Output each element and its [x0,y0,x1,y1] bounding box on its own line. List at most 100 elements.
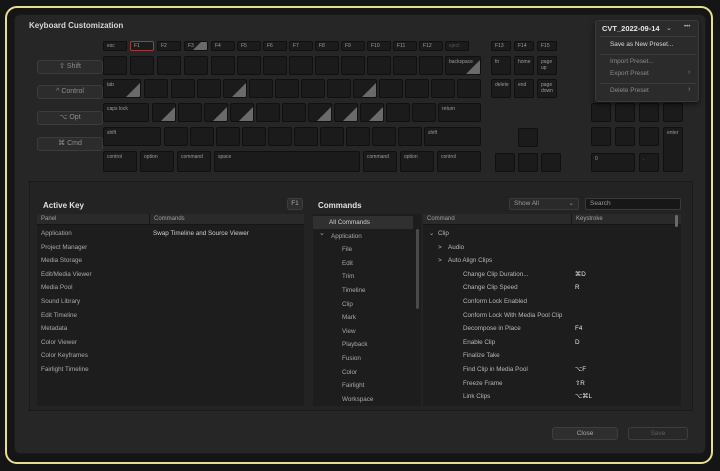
key-bracket-left[interactable] [405,79,429,98]
active-key-row-panel[interactable]: Edit/Media Viewer [41,268,147,281]
menu-save-as-new-preset[interactable]: Save as New Preset... [610,41,673,48]
key-7[interactable] [289,56,313,75]
key-command-left[interactable]: command [177,151,211,172]
active-key-row-panel[interactable]: Sound Library [41,295,147,308]
command-row-label[interactable]: Auto Align Clips [448,254,588,267]
active-key-row-panel[interactable]: Fairlight Timeline [41,363,147,376]
active-key-row-panel[interactable]: Media Pool [41,281,147,294]
command-row-keystroke[interactable] [575,295,675,308]
key-end[interactable]: end [514,79,534,98]
command-row-keystroke[interactable] [575,349,675,362]
key-x[interactable] [190,127,214,146]
command-row-label[interactable]: Clip [438,227,578,240]
key-v[interactable] [242,127,266,146]
key-backslash[interactable] [457,79,481,98]
key-5[interactable] [237,56,261,75]
key-4[interactable] [211,56,235,75]
chevron-down-icon[interactable]: ⌄ [429,227,434,240]
command-modifier-button[interactable]: ⌘ Cmd [37,137,103,151]
key-bracket-right[interactable] [431,79,455,98]
command-row-keystroke[interactable]: D [575,336,675,349]
tree-scrollbar[interactable] [416,229,419,309]
tree-item[interactable]: Color [317,366,417,379]
key-n[interactable] [294,127,318,146]
key-delete[interactable]: delete [491,79,511,98]
tree-item[interactable]: Fusion [317,352,417,365]
key-f3[interactable]: F3 [184,41,208,51]
active-key-row-command[interactable] [153,268,301,281]
key-numpad-4[interactable] [591,127,611,146]
command-row-keystroke[interactable] [575,254,675,267]
tree-item[interactable]: Mark [317,311,417,324]
command-row-keystroke[interactable] [575,227,675,240]
key-tab[interactable]: tab [103,79,141,98]
active-key-row-panel[interactable]: Project Manager [41,241,147,254]
key-3[interactable] [184,56,208,75]
active-key-row-command[interactable] [153,349,301,362]
key-z[interactable] [164,127,188,146]
key-k[interactable] [334,103,358,122]
key-page-down[interactable]: page down [537,79,557,98]
key-f4[interactable]: F4 [211,41,235,51]
key-quote[interactable] [412,103,436,122]
key-a[interactable] [152,103,176,122]
key-6[interactable] [263,56,287,75]
key-enter[interactable]: enter [663,127,683,172]
key-l[interactable] [360,103,384,122]
active-key-row-command[interactable]: Swap Timeline and Source Viewer [153,227,301,240]
key-numpad-3[interactable] [639,103,659,122]
key-o[interactable] [353,79,377,98]
key-shift-right[interactable]: shift [424,127,481,146]
tree-item[interactable]: Timeline [317,284,417,297]
key-arrow-left[interactable] [495,153,515,172]
key-numpad-5[interactable] [615,127,635,146]
key-slash[interactable] [398,127,422,146]
key-comma[interactable] [346,127,370,146]
active-key-row-command[interactable] [153,363,301,376]
key-fn[interactable]: fn [491,56,511,75]
key-caps-lock[interactable]: caps lock [103,103,149,122]
tree-item[interactable]: Workspace [317,393,417,406]
key-9[interactable] [341,56,365,75]
key-p[interactable] [379,79,403,98]
active-key-row-command[interactable] [153,322,301,335]
key-eject[interactable]: eject [445,41,469,51]
key-2[interactable] [157,56,181,75]
tree-item[interactable]: All Commands [313,216,413,229]
save-button[interactable]: Save [628,427,688,440]
key-return[interactable]: return [438,103,481,122]
key-y[interactable] [275,79,299,98]
key-8[interactable] [315,56,339,75]
option-modifier-button[interactable]: ⌥ Opt [37,111,103,125]
key-f13[interactable]: F13 [491,41,511,51]
key-f11[interactable]: F11 [393,41,417,51]
key-arrow-up[interactable] [518,128,538,147]
key-m[interactable] [320,127,344,146]
key-numpad-6[interactable] [639,127,659,146]
key-arrow-right[interactable] [541,153,561,172]
key-h[interactable] [282,103,306,122]
command-row-keystroke[interactable] [575,241,675,254]
key-semicolon[interactable] [386,103,410,122]
key-f15[interactable]: F15 [537,41,557,51]
key-f6[interactable]: F6 [263,41,287,51]
active-key-row-command[interactable] [153,309,301,322]
key-f14[interactable]: F14 [514,41,534,51]
key-0[interactable] [367,56,391,75]
command-row-keystroke[interactable]: R [575,281,675,294]
key-f9[interactable]: F9 [341,41,365,51]
active-key-row-panel[interactable]: Application [41,227,147,240]
command-row-keystroke[interactable]: ⇧R [575,377,675,390]
key-shift-left[interactable]: shift [103,127,161,146]
key-backtick[interactable] [103,56,127,75]
active-key-row-command[interactable] [153,241,301,254]
key-control[interactable]: control [103,151,137,172]
key-page-up[interactable]: page up [537,56,557,75]
key-home[interactable]: home [514,56,534,75]
active-key-row-panel[interactable]: Metadata [41,322,147,335]
key-f1[interactable]: F1 [130,41,154,51]
key-numpad-0[interactable]: 0 [591,153,635,172]
menu-import-preset[interactable]: Import Preset... [610,58,654,65]
key-numpad-2[interactable] [615,103,635,122]
command-row-keystroke[interactable]: F4 [575,322,675,335]
